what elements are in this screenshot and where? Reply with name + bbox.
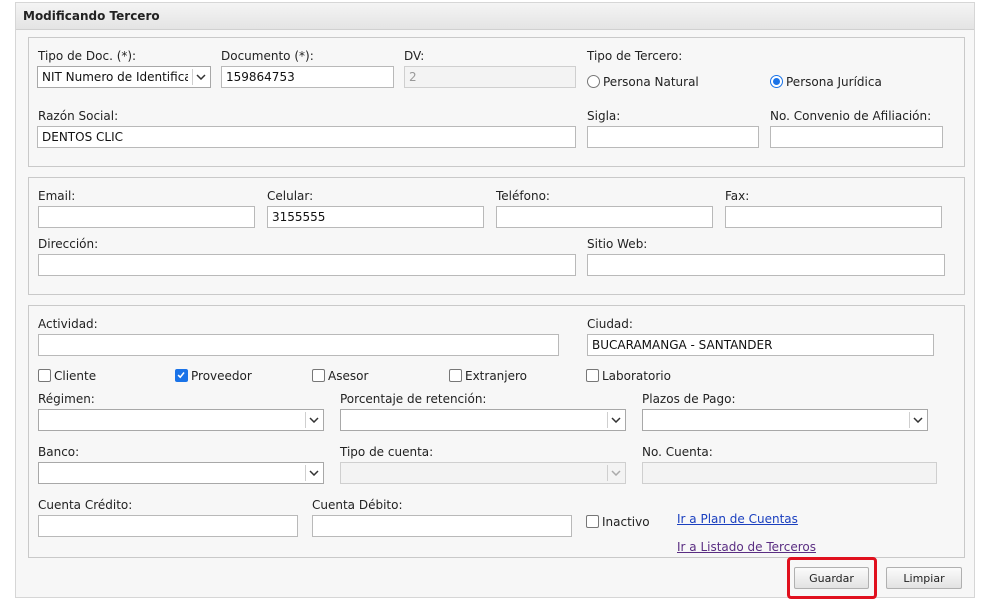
razon-social-input[interactable]: DENTOS CLIC [37,126,576,148]
cuenta-debito-label: Cuenta Débito: [312,498,403,512]
tipo-cuenta-label: Tipo de cuenta: [340,445,434,459]
direccion-input[interactable] [38,254,576,276]
sigla-input[interactable] [587,126,759,148]
tipo-cuenta-select [340,462,626,484]
retencion-label: Porcentaje de retención: [340,392,487,406]
ciudad-input[interactable]: BUCARAMANGA - SANTANDER [587,334,934,356]
guardar-highlight-box [787,557,877,599]
extranjero-label[interactable]: Extranjero [465,369,527,383]
no-cuenta-input [642,462,937,484]
proveedor-label[interactable]: Proveedor [191,369,252,383]
banco-select[interactable] [38,462,324,484]
telefono-label: Teléfono: [496,189,550,203]
fax-input[interactable] [725,206,942,228]
inactivo-checkbox[interactable] [586,515,599,528]
chevron-down-icon [909,412,925,428]
fax-label: Fax: [725,189,750,203]
panel-header: Modificando Tercero [16,3,974,30]
inactivo-label[interactable]: Inactivo [602,515,650,529]
ciudad-label: Ciudad: [587,317,633,331]
sitio-web-label: Sitio Web: [587,237,648,251]
cuenta-credito-label: Cuenta Crédito: [38,498,133,512]
persona-natural-label[interactable]: Persona Natural [603,75,699,89]
tipo-doc-select[interactable]: NIT Numero de Identificacion [37,66,211,88]
celular-label: Celular: [267,189,314,203]
persona-natural-radio[interactable] [587,75,600,88]
cuenta-debito-input[interactable] [312,515,572,537]
retencion-select[interactable] [340,409,626,431]
asesor-checkbox[interactable] [312,369,325,382]
convenio-input[interactable] [770,126,943,148]
convenio-label: No. Convenio de Afiliación: [770,109,932,123]
direccion-label: Dirección: [38,237,99,251]
limpiar-button[interactable]: Limpiar [886,567,962,589]
cliente-checkbox[interactable] [38,369,51,382]
chevron-down-icon [192,69,208,85]
tipo-tercero-label: Tipo de Tercero: [587,49,683,63]
laboratorio-label[interactable]: Laboratorio [602,369,671,383]
dv-label: DV: [404,49,425,63]
razon-social-label: Razón Social: [38,109,119,123]
cliente-label[interactable]: Cliente [54,369,96,383]
banco-label: Banco: [38,445,80,459]
actividad-input[interactable] [38,334,559,356]
email-label: Email: [38,189,76,203]
plan-cuentas-link[interactable]: Ir a Plan de Cuentas [677,512,798,526]
actividad-label: Actividad: [38,317,98,331]
email-input[interactable] [38,206,255,228]
proveedor-checkbox[interactable] [175,369,188,382]
documento-input[interactable]: 159864753 [221,66,394,88]
telefono-input[interactable] [496,206,713,228]
extranjero-checkbox[interactable] [449,369,462,382]
regimen-select[interactable] [38,409,324,431]
chevron-down-icon [305,465,321,481]
chevron-down-icon [607,412,623,428]
checkmark-icon [177,372,185,379]
laboratorio-checkbox[interactable] [586,369,599,382]
celular-input[interactable]: 3155555 [267,206,484,228]
panel-title: Modificando Tercero [23,9,160,23]
plazos-label: Plazos de Pago: [642,392,736,406]
tipo-doc-label: Tipo de Doc. (*): [38,49,137,63]
persona-juridica-label[interactable]: Persona Jurídica [786,75,882,89]
no-cuenta-label: No. Cuenta: [642,445,713,459]
regimen-label: Régimen: [38,392,95,406]
persona-juridica-radio[interactable] [770,75,783,88]
chevron-down-icon [305,412,321,428]
sigla-label: Sigla: [587,109,621,123]
asesor-label[interactable]: Asesor [328,369,368,383]
chevron-down-icon [607,465,623,481]
dv-input: 2 [404,66,576,88]
listado-terceros-link[interactable]: Ir a Listado de Terceros [677,540,816,554]
cuenta-credito-input[interactable] [38,515,298,537]
sitio-web-input[interactable] [587,254,945,276]
plazos-select[interactable] [642,409,928,431]
documento-label: Documento (*): [221,49,314,63]
